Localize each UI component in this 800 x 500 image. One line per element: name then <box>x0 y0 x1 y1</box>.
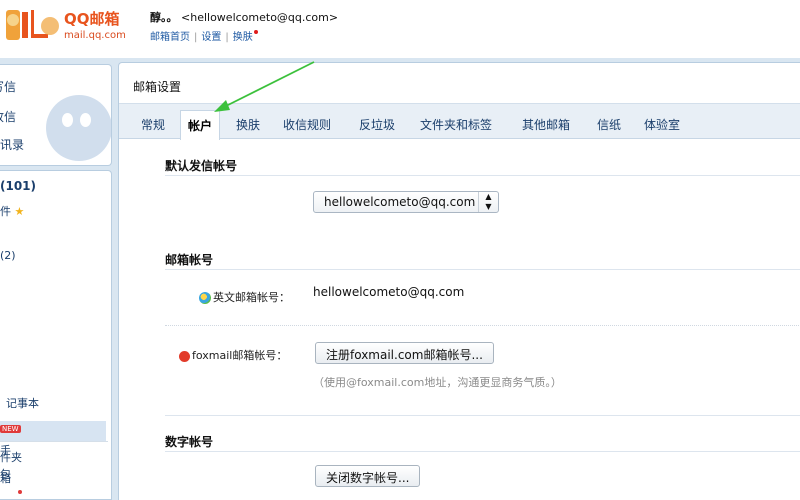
select-updown-arrow-icon: ▲ ▼ <box>478 192 498 212</box>
tab-lab[interactable]: 体验室 <box>644 116 680 133</box>
link-settings[interactable]: 设置 <box>201 32 221 43</box>
section-divider <box>165 175 800 176</box>
logo-text: QQ邮箱 mail.qq.com <box>64 8 126 41</box>
row-divider <box>165 325 800 326</box>
section-divider <box>165 451 800 452</box>
sidebar-item-notes[interactable]: 记事本 <box>6 395 39 411</box>
section-divider <box>165 415 800 416</box>
sidebar-primary-actions: 写信 收信 通讯录 <box>0 64 112 166</box>
divider <box>0 441 108 442</box>
tab-other-mailboxes[interactable]: 其他邮箱 <box>522 116 570 133</box>
notification-dot-icon <box>18 490 22 494</box>
page-title: 邮箱设置 <box>133 80 182 94</box>
english-account-value: hellowelcometo@qq.com <box>313 285 465 299</box>
default-sender-select[interactable]: hellowelcometo@qq.com ▲ ▼ <box>313 191 499 213</box>
register-foxmail-button[interactable]: 注册foxmail.com邮箱帐号... <box>315 342 494 364</box>
sidebar-compose[interactable]: 写信 <box>0 78 16 95</box>
foxmail-hint: （使用@foxmail.com地址，沟通更显商务气质。） <box>313 376 562 389</box>
foxmail-icon <box>179 350 190 362</box>
tab-general[interactable]: 常规 <box>141 116 165 133</box>
logo-domain: mail.qq.com <box>64 30 126 41</box>
sidebar-item-package[interactable]: 包 <box>0 466 11 482</box>
section-divider <box>165 269 800 270</box>
tab-stationery[interactable]: 信纸 <box>597 116 621 133</box>
foxmail-account-label-row: foxmail邮箱帐号： <box>179 347 287 363</box>
english-account-label: 英文邮箱帐号： <box>213 291 290 304</box>
section-digital-account-title: 数字帐号 <box>165 435 214 449</box>
sidebar-folder-list: (101) 件 ★ (2) 件夹 箱 <box>0 170 112 500</box>
section-default-sender-title: 默认发信帐号 <box>165 159 238 173</box>
notification-dot-icon <box>253 30 258 34</box>
sidebar-item-count[interactable]: (2) <box>0 249 16 262</box>
annotation-arrow-icon <box>214 61 315 112</box>
tab-folders-labels[interactable]: 文件夹和标签 <box>420 116 492 133</box>
foxmail-account-label: foxmail邮箱帐号： <box>192 349 288 362</box>
header-links: 邮箱首页 | 设置 | 换肤 <box>150 28 258 43</box>
english-account-label-row: 英文邮箱帐号： <box>199 289 290 305</box>
sidebar-item-inbox-count[interactable]: (101) <box>0 179 36 193</box>
tab-skin[interactable]: 换肤 <box>236 116 260 133</box>
left-sidebar: 写信 收信 通讯录 (101) 件 ★ (2) 件夹 箱 记事本 NEW 手 包 <box>0 62 114 500</box>
new-badge: NEW <box>0 425 21 433</box>
close-digital-account-button[interactable]: 关闭数字帐号... <box>315 465 421 487</box>
qq-account-icon <box>199 292 211 304</box>
logo-brand: QQ邮箱 <box>64 10 120 28</box>
tab-anti-spam[interactable]: 反垃圾 <box>359 116 395 133</box>
qq-mail-logo-icon[interactable] <box>0 6 62 46</box>
tab-receive-rules[interactable]: 收信规则 <box>283 116 331 133</box>
section-mail-account-title: 邮箱帐号 <box>165 253 214 267</box>
settings-panel: 邮箱设置 常规 帐户 换肤 收信规则 反垃圾 文件夹和标签 其他邮箱 信纸 体验… <box>118 62 800 500</box>
sidebar-inbox[interactable]: 收信 <box>0 108 16 125</box>
link-mail-home[interactable]: 邮箱首页 <box>150 32 190 43</box>
sidebar-item-starred[interactable]: 件 ★ <box>0 203 24 219</box>
penguin-mascot-icon <box>46 95 111 161</box>
user-info: 醇。。 <hellowelcometo@qq.com> <box>150 9 338 25</box>
user-email: <hellowelcometo@qq.com> <box>181 11 339 24</box>
default-sender-value: hellowelcometo@qq.com <box>324 195 476 209</box>
sidebar-item-mobile[interactable]: 手 <box>0 442 11 458</box>
sidebar-contacts[interactable]: 通讯录 <box>0 136 24 153</box>
user-name: 醇。。 <box>150 11 178 24</box>
star-icon: ★ <box>14 205 25 218</box>
link-skin[interactable]: 换肤 <box>233 32 253 43</box>
top-header: QQ邮箱 mail.qq.com 醇。。 <hellowelcometo@qq.… <box>0 0 800 58</box>
